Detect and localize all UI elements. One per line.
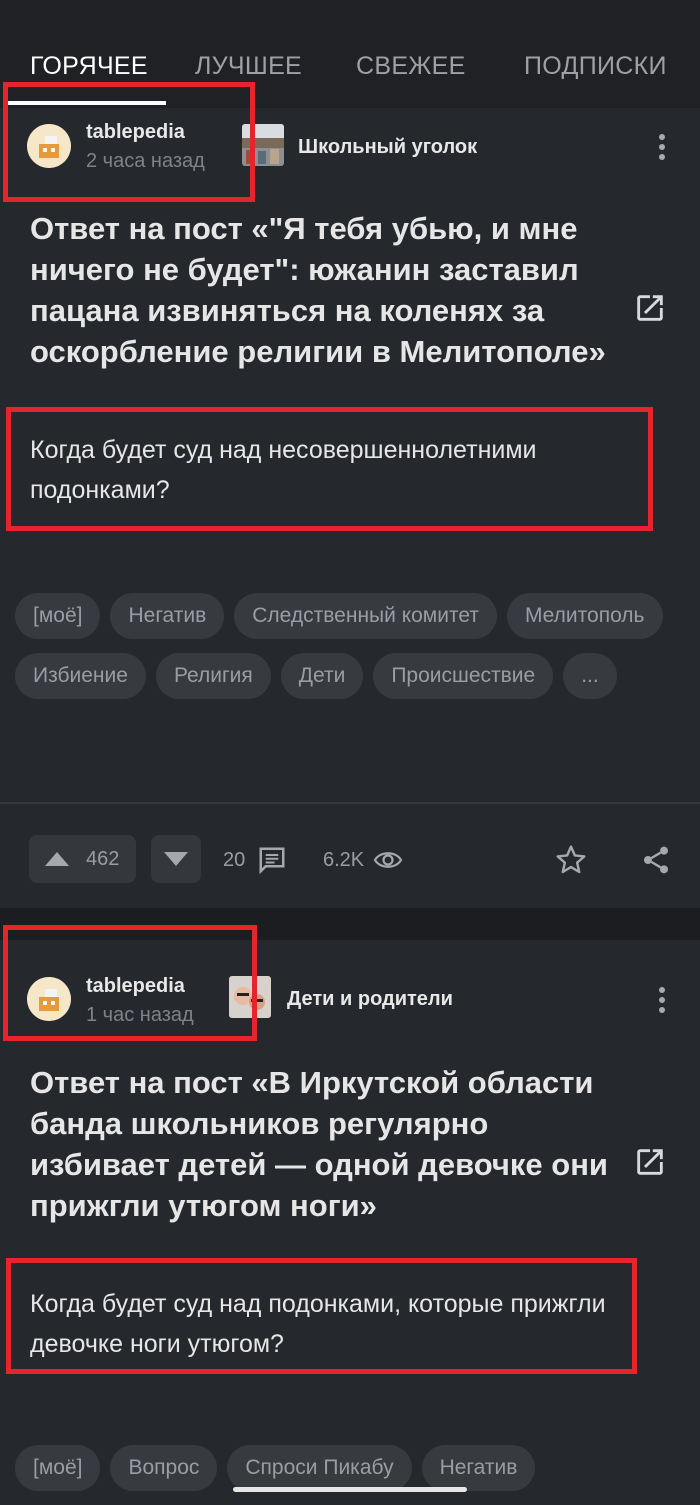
highlight-box <box>3 82 255 202</box>
community-name[interactable]: Дети и родители <box>287 988 453 1011</box>
comments-count[interactable]: 20 <box>223 849 245 872</box>
upvote-button[interactable]: 462 <box>29 835 136 883</box>
home-indicator[interactable] <box>233 1487 467 1492</box>
star-icon[interactable] <box>555 844 587 876</box>
divider <box>0 802 700 804</box>
tag[interactable]: Религия <box>155 653 271 699</box>
more-options-icon[interactable] <box>659 134 665 164</box>
tag[interactable]: Негатив <box>110 593 225 639</box>
highlight-box <box>6 407 653 531</box>
highlight-box <box>3 925 257 1041</box>
post-title[interactable]: Ответ на пост «"Я тебя убью, и мне ничег… <box>30 208 620 372</box>
tag[interactable]: Дети <box>280 653 364 699</box>
tag[interactable]: Избиение <box>15 653 146 699</box>
tag[interactable]: Следственный комитет <box>234 593 497 639</box>
comment-icon[interactable] <box>256 845 288 875</box>
tag[interactable]: Происшествие <box>373 653 554 699</box>
tag-list: [моё] Вопрос Спроси Пикабу Негатив <box>15 1445 675 1505</box>
highlight-box <box>6 1258 637 1374</box>
tag-list: [моё] Негатив Следственный комитет Мелитопо… <box>15 593 675 713</box>
tab-subscriptions[interactable]: ПОДПИСКИ <box>524 52 667 81</box>
more-options-icon[interactable] <box>659 987 665 1017</box>
tag[interactable]: Спроси Пикабу <box>227 1445 412 1491</box>
community-name[interactable]: Школьный уголок <box>298 136 477 159</box>
tab-fresh[interactable]: СВЕЖЕЕ <box>356 52 466 81</box>
share-icon[interactable] <box>640 844 672 876</box>
tab-best[interactable]: ЛУЧШЕЕ <box>195 52 302 81</box>
tag[interactable]: [моё] <box>15 593 101 639</box>
post-actions: 462 20 6.2K <box>0 835 700 887</box>
external-link-icon[interactable] <box>633 1145 667 1179</box>
eye-icon <box>373 852 403 868</box>
arrow-up-icon <box>45 852 69 866</box>
tab-hot[interactable]: ГОРЯЧЕЕ <box>30 52 148 81</box>
post-title[interactable]: Ответ на пост «В Иркутской области банда… <box>30 1062 620 1226</box>
tag[interactable]: [моё] <box>15 1445 101 1491</box>
rating-count: 462 <box>86 848 120 870</box>
arrow-down-icon <box>164 852 188 866</box>
tag[interactable]: Вопрос <box>110 1445 218 1491</box>
downvote-button[interactable] <box>151 835 201 883</box>
more-tags-button[interactable]: ... <box>563 653 617 699</box>
tag[interactable]: Мелитополь <box>506 593 663 639</box>
external-link-icon[interactable] <box>633 291 667 325</box>
tag[interactable]: Негатив <box>421 1445 536 1491</box>
views-count: 6.2K <box>323 849 365 871</box>
